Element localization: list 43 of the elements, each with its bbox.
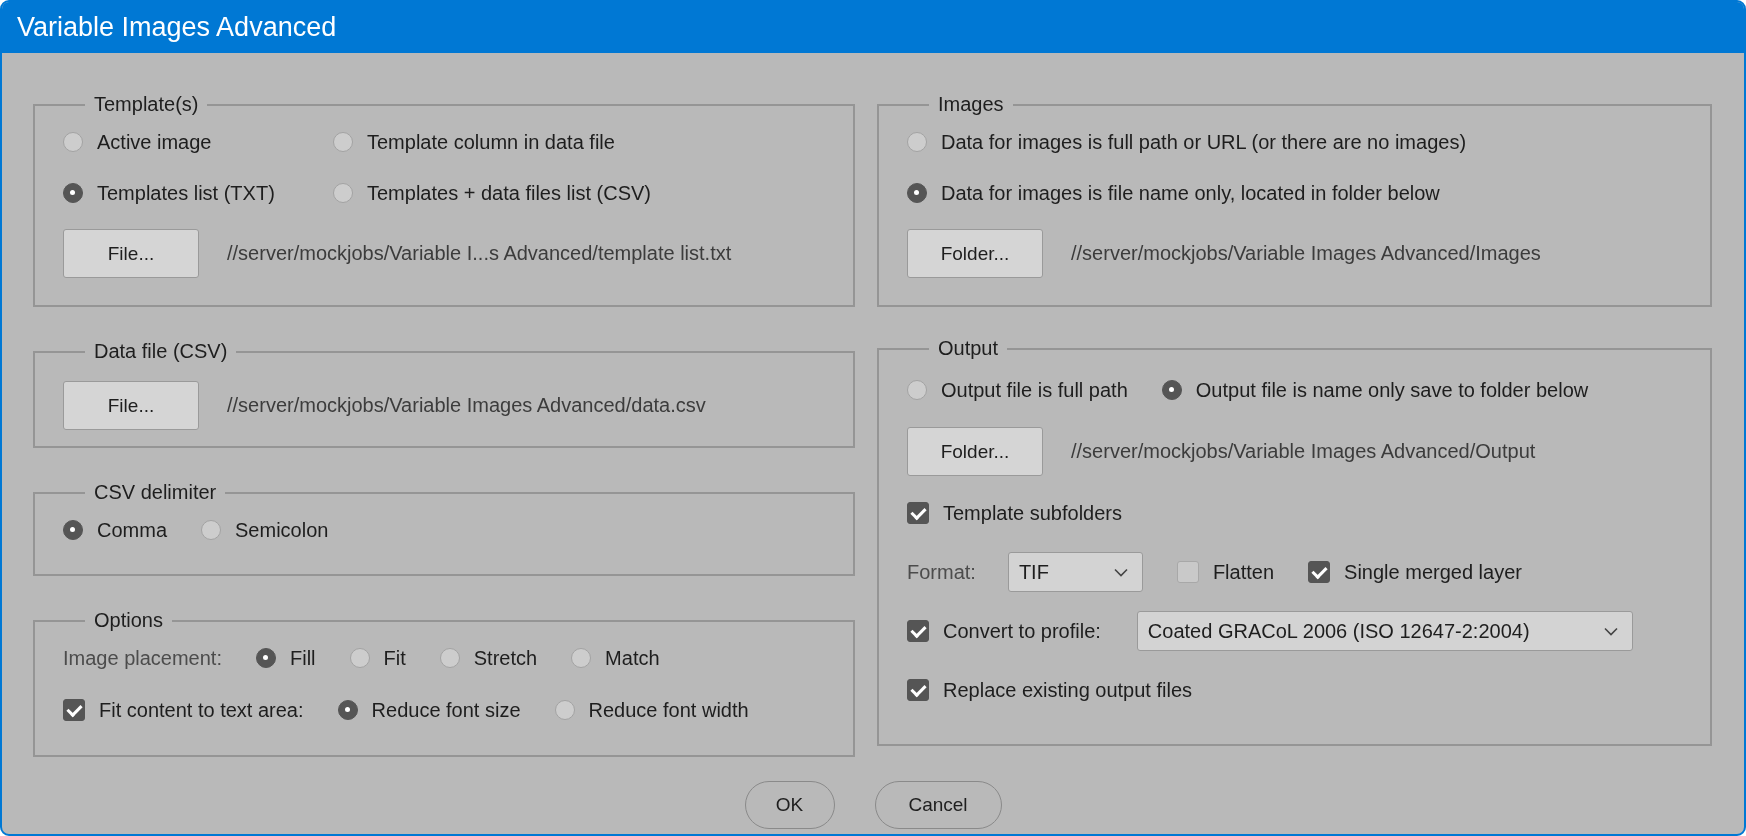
field-label: Format: [907, 560, 976, 584]
checkbox[interactable]: Convert to profile: [907, 619, 1101, 643]
path-text: //server/mockjobs/Variable Images Advanced/Images [1071, 242, 1541, 265]
chevron-down-icon [1113, 567, 1128, 577]
group-title: CSV delimiter [93, 481, 218, 504]
radio-button[interactable]: Match [571, 646, 660, 670]
radio-button[interactable]: Fit [349, 646, 406, 670]
checkbox[interactable]: Template subfolders [907, 501, 1122, 525]
checkbox[interactable]: Fit content to text area: [63, 698, 304, 722]
radio-button[interactable]: Reduce font size [337, 698, 521, 722]
radio-button[interactable]: Template column in data file [333, 130, 853, 154]
field-label: Image placement: [63, 646, 222, 670]
browse-button[interactable]: Folder... [907, 229, 1043, 278]
radio-button[interactable]: Templates list (TXT) [63, 181, 333, 205]
checkbox[interactable]: Replace existing output files [907, 678, 1193, 702]
dropdown[interactable]: TIF [1007, 552, 1143, 592]
dropdown[interactable]: Coated GRACoL 2006 (ISO 12647-2:2004) [1136, 611, 1633, 651]
window-title: Variable Images Advanced [17, 12, 337, 43]
radio-button[interactable]: Data for images is full path or URL (or there are no images) [907, 130, 1467, 154]
browse-button[interactable]: Folder... [907, 427, 1043, 476]
path-text: //server/mockjobs/Variable Images Advanced/Output [1071, 440, 1536, 463]
radio-button[interactable]: Reduce font width [554, 698, 749, 722]
chevron-down-icon [1603, 626, 1618, 636]
radio-button[interactable]: Data for images is file name only, located in folder below [907, 181, 1440, 205]
checkbox[interactable]: Single merged layer [1308, 560, 1522, 584]
radio-button[interactable]: Fill [256, 646, 316, 670]
radio-button[interactable]: Output file is name only save to folder below [1161, 378, 1589, 402]
group-title: Images [937, 93, 1005, 116]
radio-button[interactable]: Semicolon [201, 518, 329, 542]
radio-button[interactable]: Active image [63, 130, 333, 154]
group-title: Output [937, 337, 1000, 360]
path-text: //server/mockjobs/Variable Images Advanced/data.csv [227, 394, 706, 417]
radio-button[interactable]: Templates + data files list (CSV) [333, 181, 853, 205]
radio-button[interactable]: Output file is full path [907, 378, 1128, 402]
group-title: Template(s) [93, 93, 200, 116]
browse-button[interactable]: File... [63, 381, 199, 430]
checkbox[interactable]: Flatten [1176, 560, 1275, 584]
group-title: Data file (CSV) [93, 340, 229, 363]
group-title: Options [93, 609, 164, 632]
radio-button[interactable]: Stretch [439, 646, 538, 670]
radio-button[interactable]: Comma [63, 518, 167, 542]
browse-button[interactable]: File... [63, 229, 199, 278]
path-text: //server/mockjobs/Variable I...s Advanced/template list.txt [227, 242, 732, 265]
